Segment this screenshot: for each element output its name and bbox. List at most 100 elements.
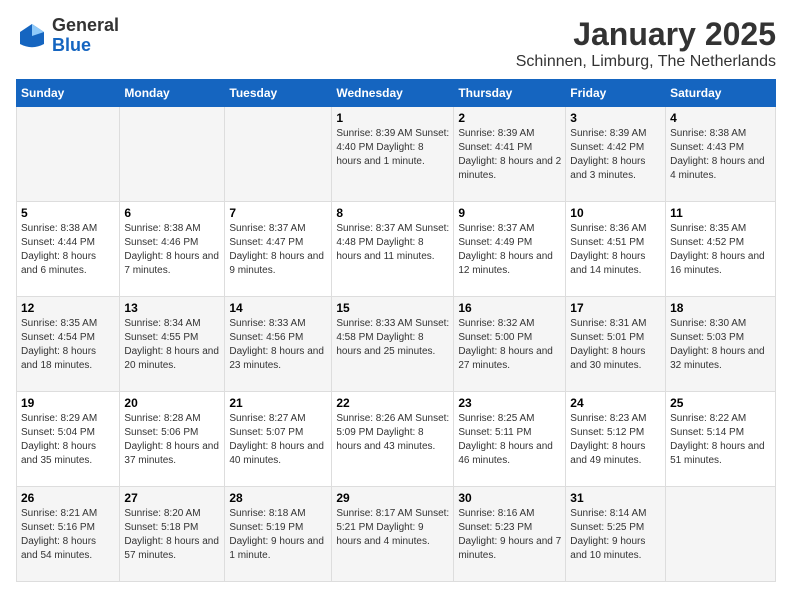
day-number: 5 [21, 206, 115, 220]
day-content: Sunrise: 8:22 AM Sunset: 5:14 PM Dayligh… [670, 412, 771, 468]
day-number: 4 [670, 111, 771, 125]
calendar-cell: 29Sunrise: 8:17 AM Sunset: 5:21 PM Dayli… [332, 487, 454, 582]
day-content: Sunrise: 8:25 AM Sunset: 5:11 PM Dayligh… [458, 412, 561, 468]
calendar-cell: 10 Sunrise: 8:36 AM Sunset: 4:51 PM Dayli… [566, 202, 666, 297]
day-number: 30 [458, 491, 561, 505]
day-content: Sunrise: 8:29 AM Sunset: 5:04 PM Dayligh… [21, 412, 115, 468]
day-number: 26 [21, 491, 115, 505]
header-thursday: Thursday [454, 80, 566, 107]
day-content: Sunrise: 8:38 AM Sunset: 4:43 PM Dayligh… [670, 127, 771, 183]
day-content: Sunrise: 8:37 AM Sunset: 4:49 PM Dayligh… [458, 222, 561, 278]
calendar-cell: 30 Sunrise: 8:16 AM Sunset: 5:23 PM Dayli… [454, 487, 566, 582]
calendar-cell: 12 Sunrise: 8:35 AM Sunset: 4:54 PM Dayli… [17, 297, 120, 392]
day-number: 18 [670, 301, 771, 315]
day-number: 14 [229, 301, 327, 315]
calendar-cell: 31 Sunrise: 8:14 AM Sunset: 5:25 PM Dayli… [566, 487, 666, 582]
day-number: 1 [336, 111, 449, 125]
day-content: Sunrise: 8:21 AM Sunset: 5:16 PM Dayligh… [21, 507, 115, 563]
main-title: January 2025 [516, 16, 776, 53]
day-content: Sunrise: 8:37 AM Sunset: 4:48 PM Dayligh… [336, 222, 449, 264]
logo: General Blue [16, 16, 119, 56]
day-number: 7 [229, 206, 327, 220]
calendar-cell: 15 Sunrise: 8:33 AM Sunset: 4:58 PM Dayli… [332, 297, 454, 392]
calendar-cell: 6Sunrise: 8:38 AM Sunset: 4:46 PM Daylig… [120, 202, 225, 297]
calendar-cell: 11 Sunrise: 8:35 AM Sunset: 4:52 PM Dayli… [666, 202, 776, 297]
day-content: Sunrise: 8:27 AM Sunset: 5:07 PM Dayligh… [229, 412, 327, 468]
day-number: 28 [229, 491, 327, 505]
calendar-cell: 24Sunrise: 8:23 AM Sunset: 5:12 PM Dayli… [566, 392, 666, 487]
day-number: 8 [336, 206, 449, 220]
calendar-cell: 27 Sunrise: 8:20 AM Sunset: 5:18 PM Dayli… [120, 487, 225, 582]
day-content: Sunrise: 8:26 AM Sunset: 5:09 PM Dayligh… [336, 412, 449, 454]
day-number: 2 [458, 111, 561, 125]
title-section: January 2025 Schinnen, Limburg, The Neth… [516, 16, 776, 71]
day-number: 22 [336, 396, 449, 410]
day-number: 11 [670, 206, 771, 220]
calendar-cell: 8 Sunrise: 8:37 AM Sunset: 4:48 PM Daylig… [332, 202, 454, 297]
day-content: Sunrise: 8:33 AM Sunset: 4:58 PM Dayligh… [336, 317, 449, 359]
day-content: Sunrise: 8:39 AM Sunset: 4:41 PM Dayligh… [458, 127, 561, 183]
calendar-cell: 5 Sunrise: 8:38 AM Sunset: 4:44 PM Daylig… [17, 202, 120, 297]
calendar-cell: 22 Sunrise: 8:26 AM Sunset: 5:09 PM Dayli… [332, 392, 454, 487]
header-friday: Friday [566, 80, 666, 107]
calendar-cell: 26 Sunrise: 8:21 AM Sunset: 5:16 PM Dayli… [17, 487, 120, 582]
day-content: Sunrise: 8:16 AM Sunset: 5:23 PM Dayligh… [458, 507, 561, 563]
day-content: Sunrise: 8:30 AM Sunset: 5:03 PM Dayligh… [670, 317, 771, 373]
header-sunday: Sunday [17, 80, 120, 107]
day-content: Sunrise: 8:14 AM Sunset: 5:25 PM Dayligh… [570, 507, 661, 563]
day-content: Sunrise: 8:39 AM Sunset: 4:40 PM Dayligh… [336, 127, 449, 169]
header-monday: Monday [120, 80, 225, 107]
calendar-cell: 16 Sunrise: 8:32 AM Sunset: 5:00 PM Dayli… [454, 297, 566, 392]
day-content: Sunrise: 8:33 AM Sunset: 4:56 PM Dayligh… [229, 317, 327, 373]
subtitle: Schinnen, Limburg, The Netherlands [516, 53, 776, 71]
day-number: 13 [124, 301, 220, 315]
calendar-cell: 3Sunrise: 8:39 AM Sunset: 4:42 PM Daylig… [566, 107, 666, 202]
header-wednesday: Wednesday [332, 80, 454, 107]
week-row-4: 19Sunrise: 8:29 AM Sunset: 5:04 PM Dayli… [17, 392, 776, 487]
calendar-cell [120, 107, 225, 202]
calendar-cell [666, 487, 776, 582]
day-content: Sunrise: 8:35 AM Sunset: 4:52 PM Dayligh… [670, 222, 771, 278]
logo-blue-text: Blue [52, 36, 119, 56]
calendar-cell [17, 107, 120, 202]
calendar-cell: 23Sunrise: 8:25 AM Sunset: 5:11 PM Dayli… [454, 392, 566, 487]
day-number: 10 [570, 206, 661, 220]
day-number: 15 [336, 301, 449, 315]
calendar-cell: 25 Sunrise: 8:22 AM Sunset: 5:14 PM Dayli… [666, 392, 776, 487]
calendar-cell: 20 Sunrise: 8:28 AM Sunset: 5:06 PM Dayli… [120, 392, 225, 487]
day-number: 31 [570, 491, 661, 505]
day-content: Sunrise: 8:38 AM Sunset: 4:44 PM Dayligh… [21, 222, 115, 278]
week-row-2: 5 Sunrise: 8:38 AM Sunset: 4:44 PM Daylig… [17, 202, 776, 297]
day-content: Sunrise: 8:31 AM Sunset: 5:01 PM Dayligh… [570, 317, 661, 373]
day-number: 20 [124, 396, 220, 410]
day-number: 25 [670, 396, 771, 410]
day-content: Sunrise: 8:20 AM Sunset: 5:18 PM Dayligh… [124, 507, 220, 563]
day-content: Sunrise: 8:38 AM Sunset: 4:46 PM Dayligh… [124, 222, 220, 278]
week-row-3: 12 Sunrise: 8:35 AM Sunset: 4:54 PM Dayli… [17, 297, 776, 392]
calendar-cell: 19Sunrise: 8:29 AM Sunset: 5:04 PM Dayli… [17, 392, 120, 487]
day-content: Sunrise: 8:34 AM Sunset: 4:55 PM Dayligh… [124, 317, 220, 373]
day-number: 27 [124, 491, 220, 505]
logo-icon [16, 20, 48, 52]
header-saturday: Saturday [666, 80, 776, 107]
calendar-cell: 1 Sunrise: 8:39 AM Sunset: 4:40 PM Daylig… [332, 107, 454, 202]
calendar-cell: 9Sunrise: 8:37 AM Sunset: 4:49 PM Daylig… [454, 202, 566, 297]
day-number: 16 [458, 301, 561, 315]
day-content: Sunrise: 8:37 AM Sunset: 4:47 PM Dayligh… [229, 222, 327, 278]
calendar-cell: 28 Sunrise: 8:18 AM Sunset: 5:19 PM Dayli… [225, 487, 332, 582]
day-content: Sunrise: 8:35 AM Sunset: 4:54 PM Dayligh… [21, 317, 115, 373]
calendar-cell: 21 Sunrise: 8:27 AM Sunset: 5:07 PM Dayli… [225, 392, 332, 487]
calendar-cell: 18 Sunrise: 8:30 AM Sunset: 5:03 PM Dayli… [666, 297, 776, 392]
calendar-cell: 17Sunrise: 8:31 AM Sunset: 5:01 PM Dayli… [566, 297, 666, 392]
day-number: 12 [21, 301, 115, 315]
day-number: 21 [229, 396, 327, 410]
header-tuesday: Tuesday [225, 80, 332, 107]
day-content: Sunrise: 8:32 AM Sunset: 5:00 PM Dayligh… [458, 317, 561, 373]
day-content: Sunrise: 8:36 AM Sunset: 4:51 PM Dayligh… [570, 222, 661, 278]
day-content: Sunrise: 8:28 AM Sunset: 5:06 PM Dayligh… [124, 412, 220, 468]
calendar-cell: 13 Sunrise: 8:34 AM Sunset: 4:55 PM Dayli… [120, 297, 225, 392]
calendar-table: SundayMondayTuesdayWednesdayThursdayFrid… [16, 79, 776, 582]
day-number: 29 [336, 491, 449, 505]
day-content: Sunrise: 8:18 AM Sunset: 5:19 PM Dayligh… [229, 507, 327, 563]
week-row-5: 26 Sunrise: 8:21 AM Sunset: 5:16 PM Dayli… [17, 487, 776, 582]
